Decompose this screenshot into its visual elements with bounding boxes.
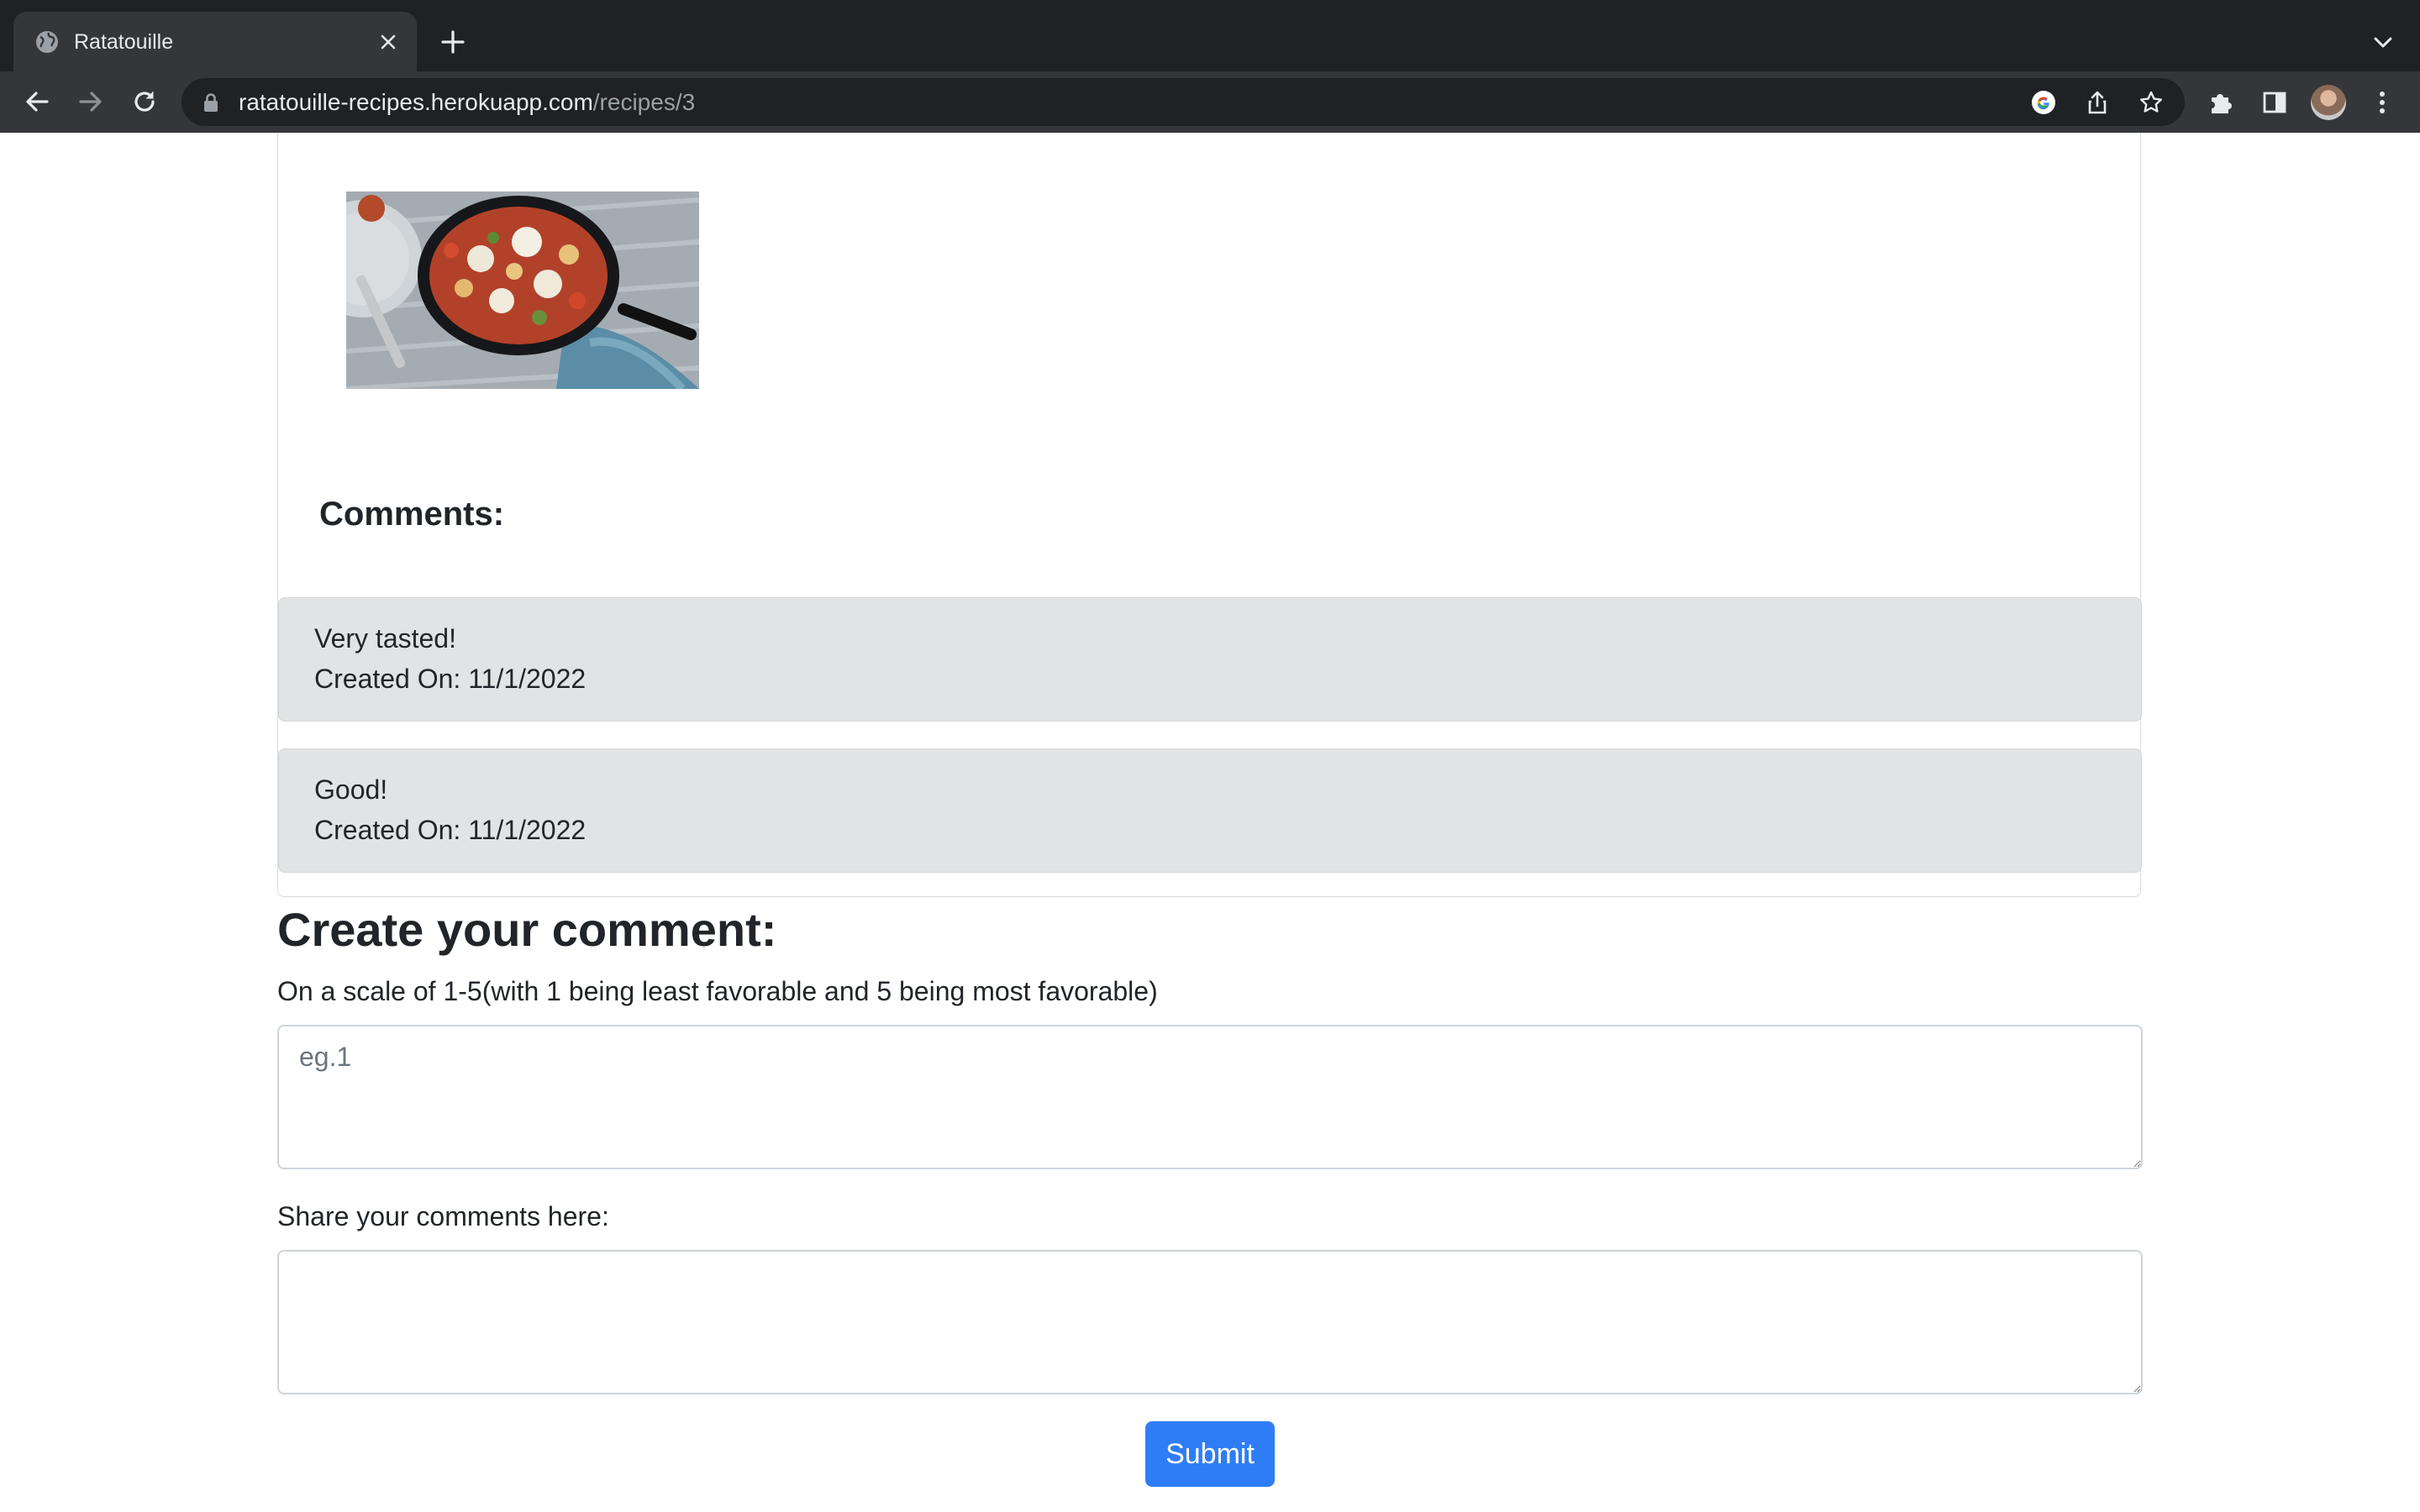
create-comment-heading: Create your comment:	[277, 903, 777, 956]
submit-button[interactable]: Submit	[1145, 1421, 1275, 1487]
new-tab-plus-icon[interactable]	[439, 28, 467, 56]
reload-icon[interactable]	[128, 85, 161, 118]
comment-input[interactable]	[277, 1250, 2143, 1394]
close-icon[interactable]	[376, 30, 400, 54]
comment-item: Good! Created On: 11/1/2022	[278, 748, 2142, 873]
comment-text: Very tasted!	[314, 623, 456, 654]
share-icon[interactable]	[2084, 89, 2111, 116]
comment-label: Share your comments here:	[277, 1201, 609, 1231]
bookmark-star-icon[interactable]	[2138, 89, 2165, 116]
url-text[interactable]: ratatouille-recipes.herokuapp.com/recipe…	[239, 87, 695, 118]
url-path: /recipes/3	[592, 89, 696, 115]
side-panel-icon[interactable]	[2260, 88, 2289, 117]
back-arrow-icon[interactable]	[20, 85, 54, 118]
comment-item: Very tasted! Created On: 11/1/2022	[278, 597, 2142, 722]
browser-tab-active[interactable]: Ratatouille	[13, 12, 417, 71]
recipe-image	[346, 192, 699, 389]
url-host: ratatouille-recipes.herokuapp.com	[239, 89, 593, 115]
google-icon[interactable]	[2030, 89, 2057, 116]
more-menu-icon[interactable]	[2368, 88, 2396, 117]
address-bar[interactable]: ratatouille-recipes.herokuapp.com/recipe…	[182, 78, 2185, 126]
page-viewport: Comments: Very tasted! Created On: 11/1/…	[0, 133, 2420, 1512]
rating-input[interactable]	[277, 1025, 2143, 1169]
tab-title: Ratatouille	[74, 30, 174, 54]
extensions-puzzle-icon[interactable]	[2207, 88, 2235, 117]
lock-icon[interactable]	[202, 92, 220, 113]
globe-icon	[36, 31, 58, 53]
rating-label: On a scale of 1-5(with 1 being least fav…	[277, 976, 1158, 1006]
profile-avatar[interactable]	[2311, 85, 2346, 120]
comment-date: Created On: 11/1/2022	[314, 664, 587, 694]
chevron-down-icon[interactable]	[2370, 30, 2396, 54]
browser-tabstrip: Ratatouille	[0, 0, 2420, 71]
comment-text: Good!	[314, 774, 388, 805]
forward-arrow-icon[interactable]	[74, 85, 108, 118]
comments-heading: Comments:	[319, 496, 505, 533]
comment-date: Created On: 11/1/2022	[314, 815, 587, 845]
browser-toolbar: ratatouille-recipes.herokuapp.com/recipe…	[0, 71, 2420, 134]
